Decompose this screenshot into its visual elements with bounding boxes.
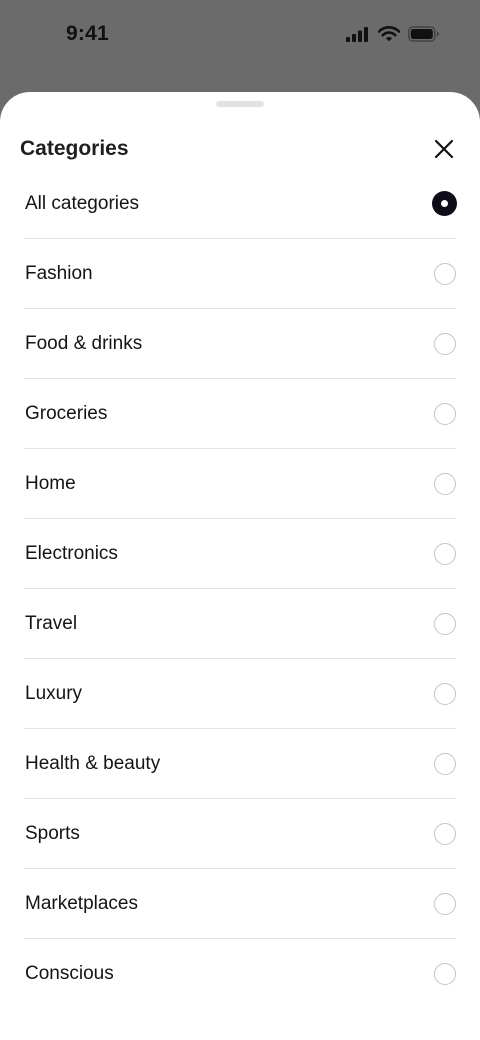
close-icon (434, 139, 454, 159)
category-option-label: Luxury (25, 682, 83, 704)
category-option-electronics[interactable]: Electronics (24, 519, 456, 589)
category-option-label: Groceries (25, 402, 108, 424)
status-bar: 9:41 (0, 0, 480, 72)
category-option-label: Electronics (25, 542, 118, 564)
category-option-label: Home (25, 472, 76, 494)
category-option-conscious[interactable]: Conscious (24, 939, 456, 1008)
category-option-home[interactable]: Home (24, 449, 456, 519)
radio-unselected-icon[interactable] (434, 752, 456, 775)
category-option-label: All categories (25, 192, 140, 214)
cellular-signal-icon (346, 26, 370, 47)
category-option-label: Conscious (25, 962, 114, 984)
category-option-label: Sports (25, 822, 80, 844)
category-option-label: Marketplaces (25, 892, 138, 914)
category-option-health-beauty[interactable]: Health & beauty (24, 729, 456, 799)
sheet-title: Categories (20, 137, 129, 160)
radio-unselected-icon[interactable] (434, 472, 456, 495)
category-option-luxury[interactable]: Luxury (24, 659, 456, 729)
status-time: 9:41 (66, 22, 109, 45)
radio-unselected-icon[interactable] (434, 892, 456, 915)
category-option-label: Food & drinks (25, 332, 143, 354)
radio-unselected-icon[interactable] (434, 612, 456, 635)
radio-selected-icon[interactable] (432, 191, 457, 216)
category-option-label: Fashion (25, 262, 93, 284)
category-option-label: Travel (25, 612, 78, 634)
category-option-fashion[interactable]: Fashion (24, 239, 456, 309)
category-option-groceries[interactable]: Groceries (24, 379, 456, 449)
category-option-all-categories[interactable]: All categories (24, 169, 457, 239)
radio-unselected-icon[interactable] (434, 262, 456, 285)
radio-unselected-icon[interactable] (434, 682, 456, 705)
battery-icon (408, 26, 440, 47)
categories-sheet: Categories All categories Fashion Food &… (0, 92, 480, 1040)
status-icons (346, 26, 440, 47)
category-option-marketplaces[interactable]: Marketplaces (24, 869, 456, 939)
wifi-icon (377, 26, 401, 47)
radio-unselected-icon[interactable] (434, 332, 456, 355)
radio-unselected-icon[interactable] (434, 402, 456, 425)
radio-unselected-icon[interactable] (434, 962, 456, 985)
close-button[interactable] (430, 135, 458, 163)
category-option-food-drinks[interactable]: Food & drinks (24, 309, 456, 379)
sheet-grabber[interactable] (216, 101, 264, 107)
radio-unselected-icon[interactable] (434, 822, 456, 845)
category-option-label: Health & beauty (25, 752, 161, 774)
category-option-sports[interactable]: Sports (24, 799, 456, 869)
category-options: All categories Fashion Food & drinks Gro… (24, 169, 457, 1008)
radio-unselected-icon[interactable] (434, 542, 456, 565)
sheet-header: Categories (20, 132, 456, 166)
category-option-travel[interactable]: Travel (24, 589, 456, 659)
